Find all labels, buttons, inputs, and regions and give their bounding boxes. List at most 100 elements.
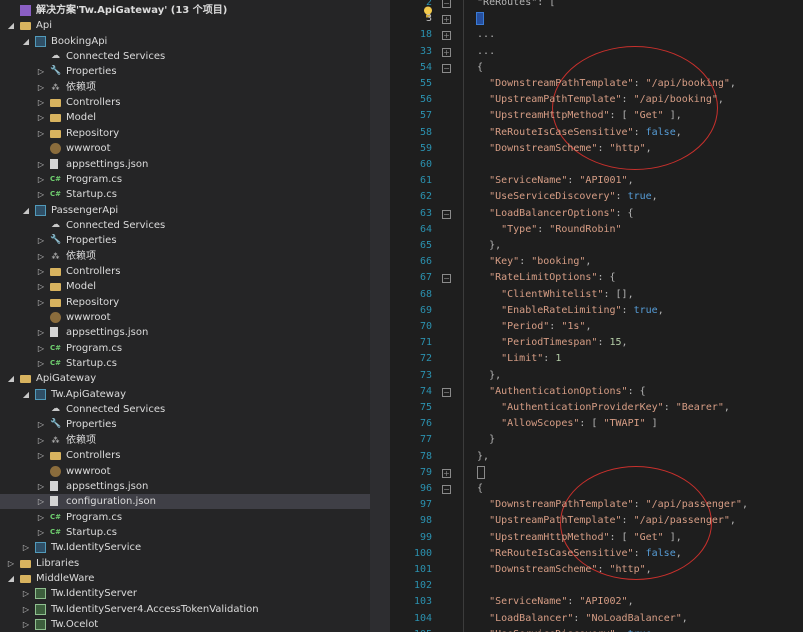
collapse-arrow-icon[interactable]: ▷ (36, 510, 46, 525)
tree-item[interactable]: ▷ C# Startup.cs (0, 525, 370, 540)
solution-root[interactable]: 解决方案'Tw.ApiGateway' (13 个项目) (0, 3, 370, 18)
project-tw-apigateway[interactable]: ◢ Tw.ApiGateway (0, 387, 370, 402)
expand-arrow-icon[interactable]: ◢ (21, 387, 31, 402)
code-line[interactable]: 61 "ServiceName": "API001", (390, 173, 803, 189)
collapse-arrow-icon[interactable]: ▷ (36, 325, 46, 340)
tree-item[interactable]: ▷ appsettings.json (0, 325, 370, 340)
panel-splitter[interactable] (370, 0, 390, 632)
code-line[interactable]: 54− { (390, 60, 803, 76)
code-line[interactable]: 55 "DownstreamPathTemplate": "/api/booki… (390, 76, 803, 92)
collapse-arrow-icon[interactable]: ▷ (36, 187, 46, 202)
tree-item[interactable]: ☁ Connected Services (0, 49, 370, 64)
folder-middleware[interactable]: ◢ MiddleWare (0, 571, 370, 586)
code-line[interactable]: 62 "UseServiceDiscovery": true, (390, 189, 803, 205)
expand-region-icon[interactable]: + (442, 15, 451, 25)
tree-item[interactable]: ▷ Repository (0, 126, 370, 141)
collapse-region-icon[interactable]: − (442, 387, 451, 397)
expand-region-icon[interactable]: + (442, 468, 451, 478)
tree-item[interactable]: ▷ C# Program.cs (0, 510, 370, 525)
collapse-arrow-icon[interactable]: ▷ (36, 264, 46, 279)
tree-item[interactable]: ▷ 🔧 Properties (0, 233, 370, 248)
code-line[interactable]: 96 − { (390, 481, 803, 497)
tree-item[interactable]: ▷ 🔧 Properties (0, 417, 370, 432)
collapse-arrow-icon[interactable]: ▷ (36, 341, 46, 356)
tree-item[interactable]: ▷ 🔧 Properties (0, 64, 370, 79)
code-line[interactable]: 79 + (390, 465, 803, 481)
collapse-arrow-icon[interactable]: ▷ (21, 540, 31, 555)
collapse-arrow-icon[interactable]: ▷ (21, 617, 31, 632)
code-line[interactable]: 75 "AuthenticationProviderKey": "Bearer"… (390, 400, 803, 416)
code-line[interactable]: 58 "ReRouteIsCaseSensitive": false, (390, 125, 803, 141)
expand-arrow-icon[interactable]: ◢ (6, 18, 16, 33)
collapse-region-icon[interactable]: − (442, 485, 451, 494)
tree-item[interactable]: ▷ appsettings.json (0, 157, 370, 172)
code-line[interactable]: 18 + ... (390, 27, 803, 43)
project-bookingapi[interactable]: ◢ BookingApi (0, 34, 370, 49)
code-line[interactable]: 103 "ServiceName": "API002", (390, 594, 803, 610)
expand-arrow-icon[interactable]: ◢ (21, 34, 31, 49)
tree-item[interactable]: ▷ Controllers (0, 264, 370, 279)
tree-item[interactable]: ▷ ⁂ 依赖项 (0, 80, 370, 95)
collapse-arrow-icon[interactable]: ▷ (21, 586, 31, 601)
folder-apigateway[interactable]: ◢ ApiGateway (0, 371, 370, 386)
code-line[interactable]: 60 (390, 157, 803, 173)
code-editor[interactable]: 2− "ReRoutes": [3 + 18 + ... 33 + ... 54− {55… (390, 0, 803, 632)
tree-item[interactable]: ▷ C# Program.cs (0, 172, 370, 187)
collapse-arrow-icon[interactable]: ▷ (36, 95, 46, 110)
code-line[interactable]: 3 + (390, 11, 803, 27)
code-line[interactable]: 76 "AllowScopes": [ "TWAPI" ] (390, 416, 803, 432)
tree-item[interactable]: ▷ C# Program.cs (0, 341, 370, 356)
collapse-arrow-icon[interactable]: ▷ (36, 172, 46, 187)
expand-arrow-icon[interactable]: ◢ (6, 371, 16, 386)
project-tw-identityserver[interactable]: ▷ Tw.IdentityServer (0, 586, 370, 601)
tree-item[interactable]: wwwroot (0, 464, 370, 479)
code-line[interactable]: 73 }, (390, 368, 803, 384)
code-line[interactable]: 69 "EnableRateLimiting": true, (390, 303, 803, 319)
code-line[interactable]: 59 "DownstreamScheme": "http", (390, 141, 803, 157)
code-line[interactable]: 74− "AuthenticationOptions": { (390, 384, 803, 400)
code-line[interactable]: 68 "ClientWhitelist": [], (390, 287, 803, 303)
code-line[interactable]: 71 "PeriodTimespan": 15, (390, 335, 803, 351)
code-line[interactable]: 78 }, (390, 449, 803, 465)
tree-item[interactable]: ▷ ⁂ 依赖项 (0, 249, 370, 264)
code-line[interactable]: 99 "UpstreamHttpMethod": [ "Get" ], (390, 530, 803, 546)
tree-item[interactable]: ▷ Controllers (0, 95, 370, 110)
collapse-arrow-icon[interactable]: ▷ (36, 80, 46, 95)
collapse-region-icon[interactable]: − (442, 274, 451, 284)
code-line[interactable]: 63− "LoadBalancerOptions": { (390, 206, 803, 222)
code-line[interactable]: 33 + ... (390, 44, 803, 60)
code-line[interactable]: 67− "RateLimitOptions": { (390, 270, 803, 286)
tree-item[interactable]: ▷ Controllers (0, 448, 370, 463)
project-tw-identityserver4[interactable]: ▷ Tw.IdentityServer4.AccessTokenValidatio… (0, 602, 370, 617)
code-line[interactable]: 104 "LoadBalancer": "NoLoadBalancer", (390, 611, 803, 627)
tree-item[interactable]: ▷ appsettings.json (0, 479, 370, 494)
tree-item[interactable]: ☁ Connected Services (0, 402, 370, 417)
collapse-region-icon[interactable]: − (442, 209, 451, 219)
expand-arrow-icon[interactable]: ◢ (21, 203, 31, 218)
collapse-arrow-icon[interactable]: ▷ (36, 233, 46, 248)
collapse-arrow-icon[interactable]: ▷ (36, 479, 46, 494)
collapse-arrow-icon[interactable]: ▷ (36, 356, 46, 371)
collapse-arrow-icon[interactable]: ▷ (36, 525, 46, 540)
collapse-arrow-icon[interactable]: ▷ (21, 602, 31, 617)
collapse-region-icon[interactable]: − (442, 0, 451, 8)
collapse-arrow-icon[interactable]: ▷ (36, 279, 46, 294)
project-passengerapi[interactable]: ◢ PassengerApi (0, 203, 370, 218)
collapse-arrow-icon[interactable]: ▷ (36, 448, 46, 463)
collapse-arrow-icon[interactable]: ▷ (36, 249, 46, 264)
expand-arrow-icon[interactable]: ◢ (6, 571, 16, 586)
code-line[interactable]: 77 } (390, 432, 803, 448)
collapse-arrow-icon[interactable]: ▷ (36, 417, 46, 432)
collapse-arrow-icon[interactable]: ▷ (6, 556, 16, 571)
code-line[interactable]: 98 "UpstreamPathTemplate": "/api/passeng… (390, 513, 803, 529)
folder-libraries[interactable]: ▷ Libraries (0, 556, 370, 571)
tree-item[interactable]: ▷ Repository (0, 295, 370, 310)
collapse-arrow-icon[interactable]: ▷ (36, 433, 46, 448)
project-tw-ocelot[interactable]: ▷ Tw.Ocelot (0, 617, 370, 632)
collapse-arrow-icon[interactable]: ▷ (36, 494, 46, 509)
collapse-region-icon[interactable]: − (442, 63, 451, 73)
collapse-arrow-icon[interactable]: ▷ (36, 157, 46, 172)
tree-item-configuration-json[interactable]: ▷ configuration.json (0, 494, 370, 510)
code-line[interactable]: 56 "UpstreamPathTemplate": "/api/booking… (390, 92, 803, 108)
code-line[interactable]: 100 "ReRouteIsCaseSensitive": false, (390, 546, 803, 562)
